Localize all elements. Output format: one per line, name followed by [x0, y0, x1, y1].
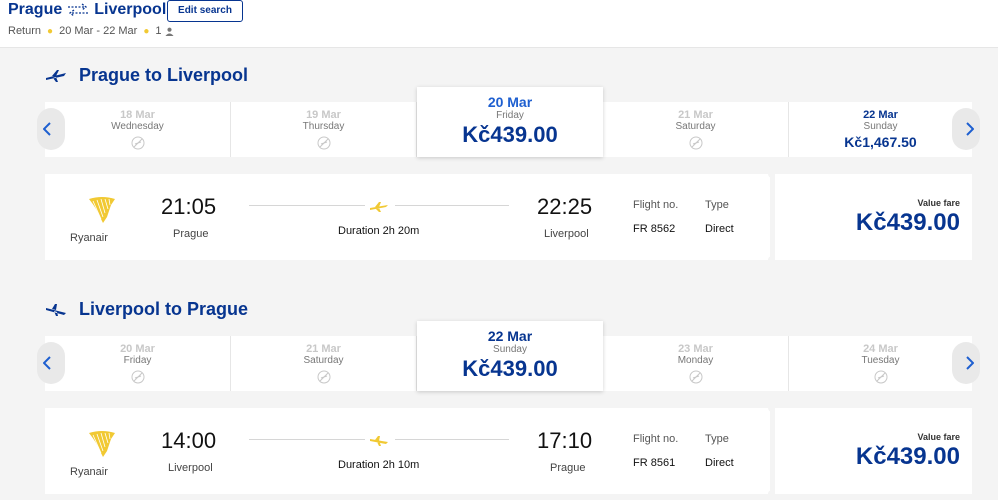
ryanair-harp-icon	[89, 431, 115, 457]
no-flights-icon	[874, 370, 887, 384]
outbound-fare-box[interactable]: Value fare Kč439.00	[775, 174, 972, 260]
no-flights-icon	[689, 370, 702, 384]
date-cell[interactable]: 20 Mar Friday	[45, 336, 231, 391]
outbound-title-text: Prague to Liverpool	[79, 65, 249, 85]
route-line	[395, 439, 509, 440]
weekday-label: Wednesday	[111, 121, 164, 132]
date-cell[interactable]: 23 Mar Monday	[603, 336, 789, 391]
flight-type: Direct	[705, 457, 734, 469]
no-flights-icon	[689, 136, 702, 150]
passenger-count: 1	[155, 25, 162, 37]
flight-duration: Duration 2h 20m	[338, 225, 420, 237]
fare-price: Kč439.00	[855, 209, 960, 236]
no-flights-icon	[131, 370, 144, 384]
round-trip-icon	[68, 3, 89, 17]
arrival-time: 22:25	[537, 194, 593, 219]
date-cell[interactable]: 19 Mar Thursday	[231, 102, 417, 157]
selected-date-label: 22 Mar	[487, 328, 533, 344]
date-label: 24 Mar	[863, 343, 898, 355]
fare-type-label: Value fare	[917, 198, 960, 208]
arrival-city: Prague	[550, 462, 586, 474]
passenger-icon	[164, 27, 174, 36]
selected-date-price: Kč439.00	[462, 122, 558, 147]
selected-date-cell[interactable]: 20 Mar Friday Kč439.00	[417, 87, 603, 157]
departure-city: Prague	[173, 228, 209, 240]
flight-number: FR 8562	[633, 223, 676, 235]
next-dates-button[interactable]	[952, 342, 980, 384]
route-line	[249, 205, 365, 206]
date-cell[interactable]: 18 Mar Wednesday	[45, 102, 231, 157]
date-cell[interactable]: 22 Mar Sunday Kč1,467.50	[789, 102, 972, 157]
selected-date-cell[interactable]: 22 Mar Sunday Kč439.00	[417, 321, 603, 391]
weekday-label: Saturday	[675, 121, 716, 132]
date-label: 21 Mar	[306, 343, 341, 355]
takeoff-plane-icon	[46, 69, 66, 82]
date-price: Kč1,467.50	[844, 134, 917, 150]
date-label: 23 Mar	[678, 343, 713, 355]
search-summary-header: Prague Liverpool Edit search Return ● 20…	[0, 0, 998, 48]
no-flights-icon	[317, 136, 330, 150]
origin-city: Prague	[8, 1, 63, 18]
separator-dot: ●	[143, 25, 150, 37]
destination-city: Liverpool	[94, 1, 167, 18]
airline-name: Ryanair	[70, 232, 108, 244]
date-label: 18 Mar	[120, 109, 155, 121]
outbound-flight-card[interactable]: Ryanair 21:05 Prague Duration 2h 20m 22:…	[45, 174, 770, 260]
inbound-title-text: Liverpool to Prague	[79, 299, 249, 319]
date-label: 21 Mar	[678, 109, 713, 121]
arrival-time: 17:10	[537, 428, 593, 453]
date-label: 20 Mar	[120, 343, 155, 355]
fare-type-label: Value fare	[917, 432, 960, 442]
next-dates-button[interactable]	[952, 108, 980, 150]
selected-weekday-label: Friday	[496, 110, 524, 121]
airline-name: Ryanair	[70, 466, 108, 478]
plane-icon	[370, 202, 388, 212]
flight-type-label: Type	[705, 199, 729, 211]
date-label: 22 Mar	[863, 109, 898, 121]
flight-type: Direct	[705, 223, 734, 235]
departure-time: 21:05	[161, 194, 217, 219]
chevron-right-icon	[966, 356, 974, 370]
landing-plane-icon	[46, 303, 66, 316]
date-cell[interactable]: 21 Mar Saturday	[603, 102, 789, 157]
arrival-city: Liverpool	[544, 228, 589, 240]
no-flights-icon	[131, 136, 144, 150]
date-cell[interactable]: 24 Mar Tuesday	[789, 336, 972, 391]
fare-price: Kč439.00	[855, 443, 960, 470]
trip-type: Return	[8, 25, 42, 37]
trip-dates: 20 Mar - 22 Mar	[59, 25, 138, 37]
outbound-title: Prague to Liverpool	[46, 65, 248, 86]
weekday-label: Sunday	[863, 121, 898, 132]
inbound-flight-card[interactable]: Ryanair 14:00 Liverpool Duration 2h 10m …	[45, 408, 770, 494]
plane-icon	[370, 436, 388, 446]
date-label: 19 Mar	[306, 109, 341, 121]
weekday-label: Friday	[123, 355, 152, 366]
chevron-right-icon	[966, 122, 974, 136]
route-title: Prague Liverpool	[8, 1, 166, 19]
weekday-label: Tuesday	[861, 355, 900, 366]
trip-details: Return ● 20 Mar - 22 Mar ● 1	[8, 25, 174, 37]
edit-search-button[interactable]: Edit search	[167, 0, 243, 22]
selected-date-label: 20 Mar	[487, 94, 533, 110]
flight-duration: Duration 2h 10m	[338, 459, 420, 471]
route-line	[395, 205, 509, 206]
selected-date-price: Kč439.00	[462, 356, 558, 381]
departure-time: 14:00	[161, 428, 217, 453]
no-flights-icon	[317, 370, 330, 384]
route-line	[249, 439, 365, 440]
flight-number-label: Flight no.	[633, 199, 679, 211]
flight-number: FR 8561	[633, 457, 676, 469]
inbound-fare-box[interactable]: Value fare Kč439.00	[775, 408, 972, 494]
flight-type-label: Type	[705, 433, 729, 445]
flight-number-label: Flight no.	[633, 433, 679, 445]
ryanair-harp-icon	[89, 197, 115, 223]
separator-dot: ●	[47, 25, 54, 37]
weekday-label: Thursday	[302, 121, 345, 132]
weekday-label: Monday	[677, 355, 714, 366]
departure-city: Liverpool	[168, 462, 213, 474]
selected-weekday-label: Sunday	[493, 344, 527, 355]
date-cell[interactable]: 21 Mar Saturday	[231, 336, 417, 391]
inbound-title: Liverpool to Prague	[46, 299, 248, 320]
weekday-label: Saturday	[303, 355, 344, 366]
